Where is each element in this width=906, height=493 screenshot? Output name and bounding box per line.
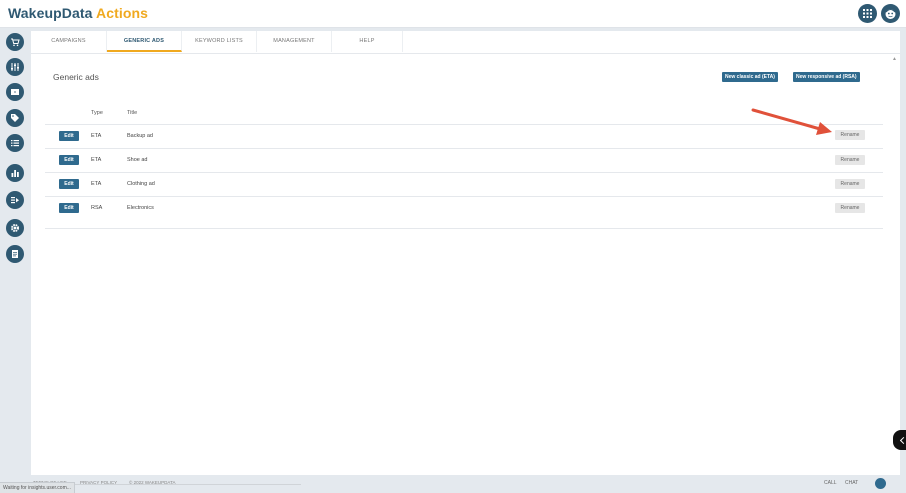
edit-button[interactable]: Edit <box>59 155 79 165</box>
row-type: ETA <box>91 133 102 139</box>
table-divider <box>45 196 883 197</box>
tab-help[interactable]: HELP <box>332 31 403 52</box>
page-title: Generic ads <box>53 72 99 82</box>
brand-logo[interactable]: WakeupData Actions <box>8 5 148 21</box>
cart-icon[interactable] <box>6 33 24 51</box>
row-type: ETA <box>91 157 102 163</box>
privacy-link[interactable]: PRIVACY POLICY <box>80 480 117 485</box>
row-title: Shoe ad <box>127 157 148 163</box>
main-panel: CAMPAIGNS GENERIC ADS KEYWORD LISTS MANA… <box>31 31 900 475</box>
tab-campaigns[interactable]: CAMPAIGNS <box>31 31 107 52</box>
sliders-icon[interactable] <box>6 58 24 76</box>
tab-bar: CAMPAIGNS GENERIC ADS KEYWORD LISTS MANA… <box>31 31 900 54</box>
avatar-icon[interactable] <box>881 4 900 23</box>
row-title: Backup ad <box>127 133 153 139</box>
row-type: ETA <box>91 181 102 187</box>
row-title: Electronics <box>127 205 154 211</box>
new-rsa-ad-button[interactable]: New responsive ad (RSA) <box>793 72 860 82</box>
tab-management[interactable]: MANAGEMENT <box>257 31 332 52</box>
edit-button[interactable]: Edit <box>59 131 79 141</box>
table-divider <box>45 172 883 173</box>
call-link[interactable]: CALL <box>824 480 837 486</box>
tab-keyword-lists[interactable]: KEYWORD LISTS <box>182 31 257 52</box>
gear-icon[interactable] <box>6 219 24 237</box>
table-divider <box>45 148 883 149</box>
brand-name: WakeupData <box>8 5 93 21</box>
box-icon[interactable] <box>6 83 24 101</box>
footer: TERMS OF USE PRIVACY POLICY © 2022 WAKEU… <box>31 476 906 492</box>
annotation-arrow-icon <box>751 108 832 135</box>
column-header-type: Type <box>91 110 103 116</box>
row-title: Clothing ad <box>127 181 155 187</box>
brand-product: Actions <box>96 5 149 21</box>
rename-button[interactable]: Rename <box>835 155 865 165</box>
rename-button[interactable]: Rename <box>835 179 865 189</box>
tag-icon[interactable] <box>6 109 24 127</box>
rename-button[interactable]: Rename <box>835 203 865 213</box>
edit-button[interactable]: Edit <box>59 203 79 213</box>
top-bar: WakeupData Actions <box>0 0 906 28</box>
sidebar <box>0 28 30 476</box>
chat-icon[interactable] <box>875 478 886 489</box>
edit-button[interactable]: Edit <box>59 179 79 189</box>
grid-icon[interactable] <box>858 4 877 23</box>
new-eta-ad-button[interactable]: New classic ad (ETA) <box>722 72 778 82</box>
document-icon[interactable] <box>6 245 24 263</box>
list-icon[interactable] <box>6 134 24 152</box>
chat-link[interactable]: CHAT <box>845 480 858 486</box>
export-icon[interactable] <box>6 191 24 209</box>
scroll-up-arrow-icon[interactable]: ▲ <box>892 56 897 62</box>
collapse-widget-icon[interactable] <box>893 430 906 450</box>
bar-chart-icon[interactable] <box>6 164 24 182</box>
table-divider <box>45 228 883 229</box>
column-header-title: Title <box>127 110 138 116</box>
browser-status-bar: Waiting for insights.user.com... <box>0 482 75 493</box>
row-type: RSA <box>91 205 103 211</box>
tab-generic-ads[interactable]: GENERIC ADS <box>107 31 182 52</box>
copyright-text: © 2022 WAKEUPDATA <box>129 480 176 485</box>
